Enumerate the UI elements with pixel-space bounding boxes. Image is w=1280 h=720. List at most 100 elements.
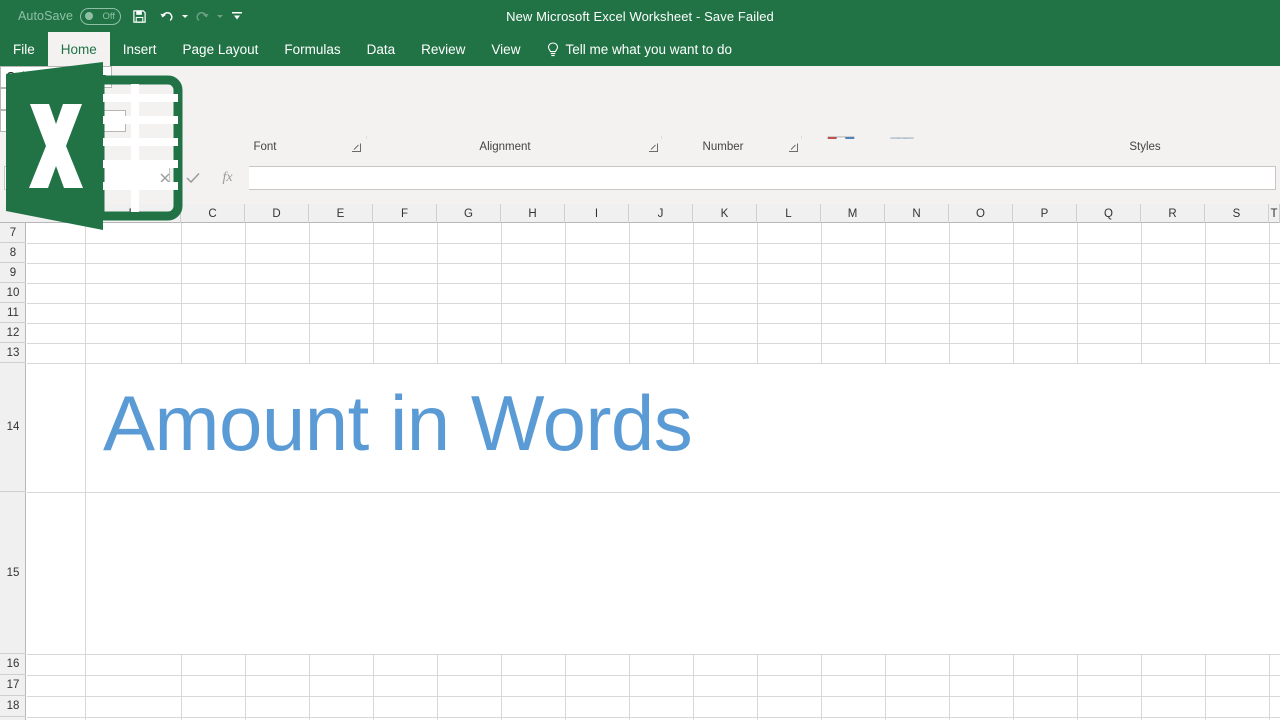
title-bar: New Microsoft Excel Worksheet - Save Fai… [0, 0, 1280, 32]
grid-column-line [1013, 654, 1014, 720]
customize-quick-access-toolbar-icon[interactable] [223, 1, 251, 31]
column-header-T[interactable]: T [1269, 204, 1280, 223]
grid-column-line [437, 223, 438, 363]
column-header-O[interactable]: O [949, 204, 1013, 223]
grid-column-line [565, 654, 566, 720]
grid-column-line [949, 223, 950, 363]
row-header-10[interactable]: 10 [0, 283, 26, 303]
grid-row-line [27, 283, 1280, 284]
tab-review[interactable]: Review [408, 32, 478, 66]
column-header-L[interactable]: L [757, 204, 821, 223]
column-header-M[interactable]: M [821, 204, 885, 223]
column-header-C[interactable]: C [181, 204, 245, 223]
column-header-H[interactable]: H [501, 204, 565, 223]
grid-column-line [245, 223, 246, 363]
merged-cell-left-border [85, 363, 86, 654]
cell-area[interactable]: Amount in Words [27, 223, 1280, 720]
insert-function-fx-icon[interactable]: fx [215, 166, 240, 190]
grid-row-line [27, 303, 1280, 304]
row-header-14[interactable]: 14 [0, 363, 26, 492]
grid-column-line [85, 223, 86, 363]
row-header-11[interactable]: 11 [0, 303, 26, 323]
column-header-P[interactable]: P [1013, 204, 1077, 223]
row-header-17[interactable]: 17 [0, 675, 26, 696]
group-label-styles: Styles [1129, 141, 1161, 153]
grid-row-line [27, 323, 1280, 324]
grid-column-line [693, 223, 694, 363]
column-header-K[interactable]: K [693, 204, 757, 223]
column-header-R[interactable]: R [1141, 204, 1205, 223]
grid-row-line [27, 675, 1280, 676]
grid-row-line [27, 492, 1280, 493]
row-header-12[interactable]: 12 [0, 323, 26, 343]
autosave-label: AutoSave [18, 9, 74, 23]
grid-column-line [373, 654, 374, 720]
autosave-toggle-knob [85, 12, 94, 20]
grid-column-line [565, 223, 566, 363]
column-header-I[interactable]: I [565, 204, 629, 223]
grid-column-line [1269, 223, 1270, 363]
grid-column-line [309, 654, 310, 720]
grid-column-line [629, 223, 630, 363]
grid-column-line [1269, 654, 1270, 720]
font-dialog-launcher[interactable] [351, 142, 362, 153]
undo-icon[interactable] [153, 1, 181, 31]
save-icon[interactable] [125, 1, 153, 31]
grid-row-line [27, 696, 1280, 697]
grid-column-line [1205, 223, 1206, 363]
excel-app-logo [0, 58, 185, 240]
tab-formulas[interactable]: Formulas [271, 32, 353, 66]
autosave-toggle-state: Off [102, 10, 116, 22]
row-header-8[interactable]: 8 [0, 243, 26, 263]
column-header-E[interactable]: E [309, 204, 373, 223]
grid-column-line [1205, 654, 1206, 720]
grid-column-line [629, 654, 630, 720]
tab-view[interactable]: View [478, 32, 533, 66]
cell-b14-text: Amount in Words [103, 379, 693, 467]
excel-window: New Microsoft Excel Worksheet - Save Fai… [0, 0, 1280, 720]
redo-icon[interactable] [188, 1, 216, 31]
grid-column-line [373, 223, 374, 363]
column-header-Q[interactable]: Q [1077, 204, 1141, 223]
grid-column-line [821, 223, 822, 363]
column-header-D[interactable]: D [245, 204, 309, 223]
grid-column-line [1141, 223, 1142, 363]
row-header-16[interactable]: 16 [0, 654, 26, 675]
grid-row-line [27, 243, 1280, 244]
row-header-13[interactable]: 13 [0, 343, 26, 363]
worksheet-grid: ABCDEFGHIJKLMNOPQRST 7891011121314151617… [0, 204, 1280, 720]
tab-data[interactable]: Data [354, 32, 409, 66]
grid-column-line [757, 223, 758, 363]
grid-column-line [885, 654, 886, 720]
grid-column-line [437, 654, 438, 720]
autosave-toggle[interactable]: Off [80, 7, 122, 25]
grid-column-line [821, 654, 822, 720]
tell-me-search[interactable]: Tell me what you want to do [533, 32, 742, 66]
grid-row-line [27, 263, 1280, 264]
grid-row-line [27, 343, 1280, 344]
grid-column-line [309, 223, 310, 363]
grid-column-line [1013, 223, 1014, 363]
row-header-15[interactable]: 15 [0, 492, 26, 654]
quick-access-toolbar: AutoSave Off [18, 0, 251, 32]
grid-column-line [1077, 223, 1078, 363]
grid-column-line [501, 654, 502, 720]
group-label-number: Number [702, 141, 744, 153]
column-header-N[interactable]: N [885, 204, 949, 223]
row-header-9[interactable]: 9 [0, 263, 26, 283]
row-headers: 7 8 9 10 11 12 13 14 15 16 17 18 [0, 223, 26, 720]
grid-column-line [949, 654, 950, 720]
column-header-G[interactable]: G [437, 204, 501, 223]
grid-column-line [181, 654, 182, 720]
formula-input[interactable] [249, 166, 1276, 190]
number-dialog-launcher[interactable] [788, 142, 799, 153]
row-header-18[interactable]: 18 [0, 696, 26, 717]
group-label-alignment: Alignment [479, 141, 531, 153]
grid-row-line [27, 363, 1280, 364]
lightbulb-icon [548, 41, 559, 56]
column-header-J[interactable]: J [629, 204, 693, 223]
column-header-F[interactable]: F [373, 204, 437, 223]
grid-row-line [27, 654, 1280, 655]
grid-column-line [1141, 654, 1142, 720]
column-header-S[interactable]: S [1205, 204, 1269, 223]
